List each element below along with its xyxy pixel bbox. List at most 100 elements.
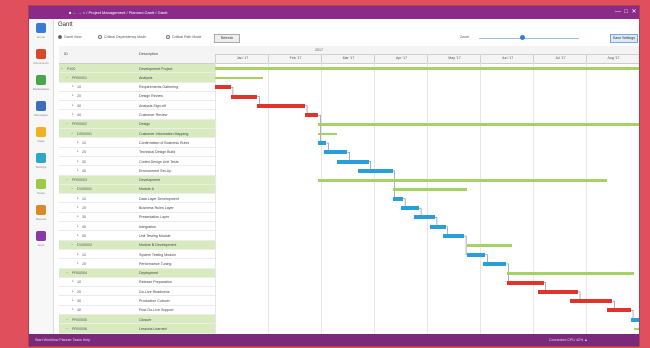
collapse-icon[interactable]: − — [66, 318, 68, 322]
task-bar[interactable] — [230, 94, 258, 99]
task-name: Performance Tuning — [139, 261, 172, 266]
table-row[interactable]: └ 20 Go-Live Readiness — [59, 287, 215, 297]
task-bar[interactable] — [570, 299, 613, 304]
collapse-icon[interactable]: − — [71, 187, 73, 191]
task-bar[interactable] — [482, 261, 507, 266]
table-row[interactable]: └ 30 Production Cutover — [59, 297, 215, 306]
summary-bar[interactable] — [466, 244, 512, 247]
table-row[interactable]: − DV00001 Module A — [59, 184, 215, 195]
collapse-icon[interactable]: − — [61, 67, 63, 71]
table-row[interactable]: − DV00002 Module B Development — [59, 240, 215, 250]
collapse-icon[interactable]: − — [66, 327, 68, 331]
message-icon[interactable] — [36, 101, 46, 111]
apps-icon[interactable] — [36, 231, 46, 241]
collapse-icon[interactable]: − — [66, 271, 68, 275]
task-bar[interactable] — [631, 317, 639, 322]
summary-bar[interactable] — [318, 179, 608, 182]
table-row[interactable]: └ 40 Environment Set-Up — [59, 166, 215, 176]
summary-bar[interactable] — [215, 76, 263, 80]
table-row[interactable]: └ 10 Data Layer Development — [59, 194, 215, 204]
collapse-icon[interactable]: − — [71, 132, 73, 136]
task-name: Lessons Learned — [139, 326, 167, 331]
save-settings-button[interactable]: Save Settings — [610, 34, 638, 43]
table-row[interactable]: − PR00001 Analysis — [59, 73, 215, 83]
gantt-view-option[interactable]: Gantt View — [58, 35, 82, 40]
table-row[interactable]: − PR00006 Lessons Learned — [59, 324, 215, 334]
summary-bar[interactable] — [633, 327, 639, 331]
table-row[interactable]: − PR00005 Closure — [59, 315, 215, 325]
table-row[interactable]: └ 30 Coded Design Unit Tests — [59, 157, 215, 167]
breadcrumb[interactable]: ■ ← → ⌂ / Project Management / Planned G… — [69, 10, 167, 15]
task-bar[interactable] — [506, 280, 544, 285]
task-bar[interactable] — [392, 196, 404, 201]
summary-bar[interactable] — [318, 123, 639, 126]
task-bar[interactable] — [358, 168, 393, 173]
chart-icon[interactable] — [36, 205, 46, 215]
collapse-icon[interactable]: − — [66, 178, 68, 182]
tree-branch-icon: └ — [76, 215, 79, 220]
table-row[interactable]: └ 20 Technical Design Build — [59, 148, 215, 157]
minimize-button[interactable]: — — [615, 9, 621, 15]
task-name: Production Cutover — [139, 299, 170, 303]
task-bar[interactable] — [442, 234, 465, 239]
task-bar[interactable] — [257, 103, 306, 108]
task-bar[interactable] — [323, 150, 348, 155]
task-bar[interactable] — [466, 252, 486, 257]
table-row[interactable]: └ 40 Customer Review — [59, 111, 215, 120]
critical-path-option[interactable]: Critical Path Mode — [166, 35, 201, 40]
task-bar[interactable] — [215, 85, 231, 90]
summary-bar[interactable] — [392, 188, 467, 191]
task-bar[interactable] — [413, 215, 435, 220]
table-row[interactable]: └ 10 Confirmation of Business Rules — [59, 138, 215, 148]
tree-branch-icon: └ — [76, 150, 79, 155]
table-row[interactable]: − DS00001 Customer Information Mapping — [59, 129, 215, 139]
zoom-slider[interactable] — [479, 38, 579, 39]
table-row[interactable]: └ 10 Requirements Gathering — [59, 83, 215, 92]
collapse-icon[interactable]: − — [66, 122, 68, 126]
lightbulb-icon[interactable] — [36, 127, 46, 137]
refresh-button[interactable]: Refresh — [214, 34, 240, 43]
task-bar[interactable] — [305, 113, 319, 118]
status-left[interactable]: Start Workflow Planner Tasks Help — [35, 338, 90, 342]
task-bar[interactable] — [538, 289, 579, 294]
document-icon[interactable] — [36, 49, 46, 59]
task-id: 40 — [77, 113, 81, 117]
table-row[interactable]: − P100 Development Project — [59, 64, 215, 74]
table-row[interactable]: └ 20 Design Review — [59, 92, 215, 102]
collapse-icon[interactable]: − — [66, 76, 68, 80]
task-id: PR00004 — [72, 271, 87, 276]
maximize-button[interactable]: □ — [623, 9, 629, 15]
task-bar[interactable] — [318, 141, 327, 146]
table-row[interactable]: └ 20 Performance Tuning — [59, 259, 215, 269]
summary-bar[interactable] — [506, 272, 634, 275]
table-row[interactable]: − PR00003 Development — [59, 175, 215, 185]
summary-bar[interactable] — [318, 132, 337, 135]
table-row[interactable]: └ 20 Business Rules Layer — [59, 204, 215, 213]
table-row[interactable]: └ 40 Post-Go-Live Support — [59, 306, 215, 316]
close-button[interactable]: ✕ — [631, 9, 637, 15]
collapse-icon[interactable]: − — [71, 243, 73, 247]
table-row[interactable]: − PR00004 Deployment — [59, 268, 215, 278]
task-name: Design Review — [139, 94, 163, 99]
summary-bar[interactable] — [215, 67, 639, 70]
task-bar[interactable] — [336, 159, 369, 164]
note-icon[interactable] — [36, 179, 46, 189]
table-row[interactable]: └ 50 Unit Testing Module — [59, 231, 215, 241]
store-icon[interactable] — [36, 75, 46, 85]
table-row[interactable]: └ 30 Analysis Sign-off — [59, 101, 215, 111]
table-row[interactable]: └ 10 System Testing Module — [59, 250, 215, 260]
description-column-header[interactable]: Description — [139, 52, 158, 56]
title-bar: ■ ← → ⌂ / Project Management / Planned G… — [29, 6, 639, 19]
gear-icon[interactable] — [36, 153, 46, 163]
table-row[interactable]: └ 40 Integration — [59, 222, 215, 232]
table-row[interactable]: − PR00002 Design — [59, 119, 215, 130]
id-column-header[interactable]: ID — [64, 52, 68, 56]
task-bar[interactable] — [400, 206, 420, 211]
table-row[interactable]: └ 30 Presentation Layer — [59, 213, 215, 223]
task-bar[interactable] — [607, 308, 632, 313]
zoom-slider-thumb[interactable] — [519, 35, 525, 40]
task-bar[interactable] — [429, 224, 446, 229]
table-row[interactable]: └ 10 Release Preparation — [59, 278, 215, 288]
critical-dependency-option[interactable]: Critical Dependency Mode — [98, 35, 146, 40]
home-icon[interactable] — [36, 23, 46, 33]
